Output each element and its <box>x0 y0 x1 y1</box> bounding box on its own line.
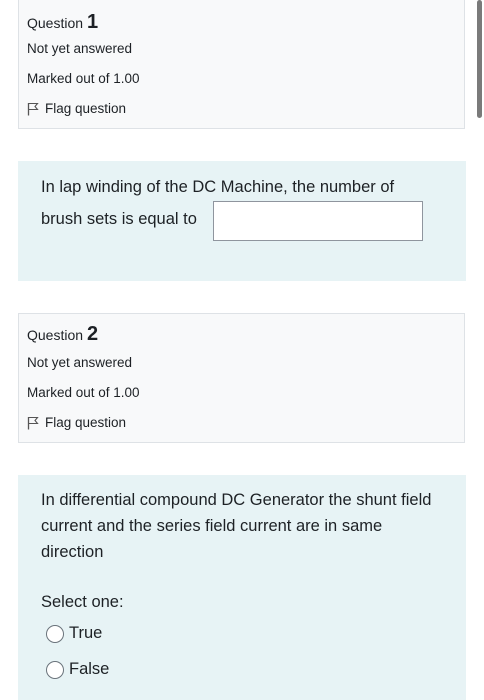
flag-question-label: Flag question <box>45 101 127 116</box>
radio-unselected-icon[interactable] <box>46 624 64 643</box>
question-number: 1 <box>87 11 99 33</box>
option-true-label: True <box>69 624 103 642</box>
flag-outline-icon <box>27 416 39 429</box>
question-label: Question <box>27 15 84 31</box>
question-number: 2 <box>87 323 99 345</box>
question-2-info: Question 2 Not yet answered Marked out of… <box>18 313 465 443</box>
question-2-heading: Question 2 <box>27 323 98 346</box>
question-status: Not yet answered <box>27 355 133 370</box>
flag-question-link[interactable]: Flag question <box>27 101 126 116</box>
question-2-content: In differential compound DC Generator th… <box>18 475 466 700</box>
radio-unselected-icon[interactable] <box>46 660 64 679</box>
question-label: Question <box>27 327 84 343</box>
flag-question-label: Flag question <box>45 415 127 430</box>
flag-question-link[interactable]: Flag question <box>27 415 126 430</box>
question-marks: Marked out of 1.00 <box>27 385 140 400</box>
question-1-content: In lap winding of the DC Machine, the nu… <box>18 161 466 281</box>
flag-outline-icon <box>27 102 39 115</box>
question-status: Not yet answered <box>27 41 133 56</box>
answer-input[interactable] <box>213 201 423 241</box>
question-1-text-line1: In lap winding of the DC Machine, the nu… <box>41 178 395 196</box>
option-false-label: False <box>69 660 110 678</box>
question-1-heading: Question 1 <box>27 11 98 34</box>
scrollbar[interactable] <box>477 0 482 118</box>
option-true[interactable]: True <box>46 624 102 643</box>
question-2-text: In differential compound DC Generator th… <box>41 491 432 561</box>
question-marks: Marked out of 1.00 <box>27 71 140 86</box>
question-1-info: Question 1 Not yet answered Marked out of… <box>18 0 465 129</box>
question-1-text-line2: brush sets is equal to <box>41 210 197 228</box>
option-false[interactable]: False <box>46 660 109 679</box>
select-one-prompt: Select one: <box>41 593 124 611</box>
